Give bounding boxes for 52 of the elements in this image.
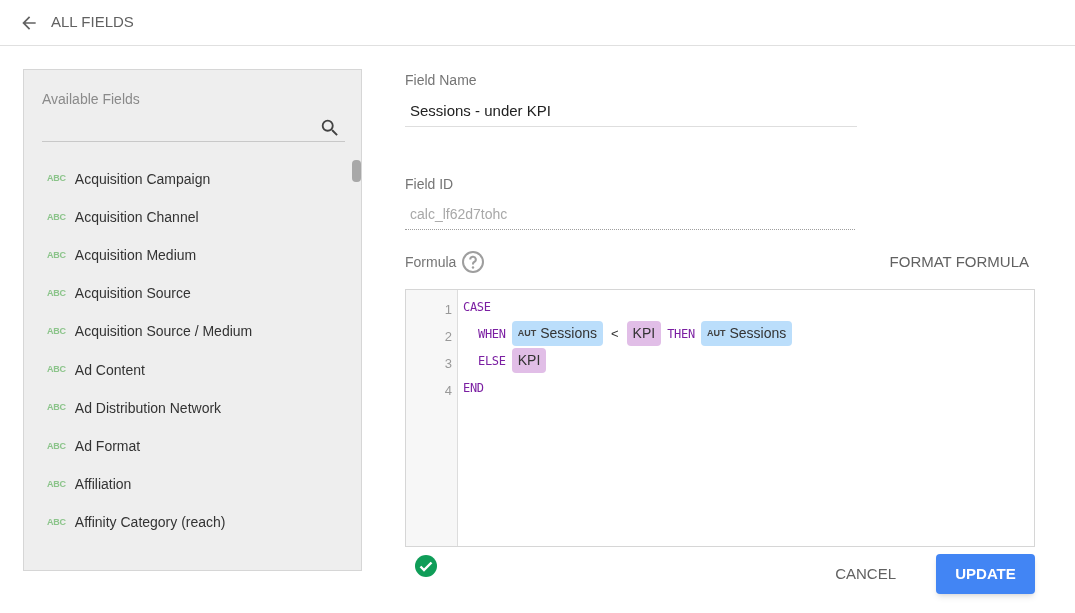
text-type-icon: ABC [47, 477, 66, 492]
field-type-tag: AUT [706, 326, 726, 341]
update-button[interactable]: UPDATE [936, 554, 1035, 594]
keyword: END [463, 379, 484, 397]
format-formula-button[interactable]: FORMAT FORMULA [889, 250, 1029, 274]
field-chip-label: KPI [632, 324, 656, 343]
text-type-icon: ABC [47, 325, 66, 339]
field-label: Field Name [405, 71, 478, 90]
keyword: CASE [463, 298, 491, 316]
text-type-icon: ABC [47, 248, 66, 263]
field-item[interactable]: Affiliation [74, 474, 132, 496]
field-chip[interactable]: AUT Sessions [700, 321, 793, 346]
keyword: THEN [667, 325, 695, 343]
operator: < [610, 324, 620, 343]
line-number: 4 [444, 381, 452, 400]
field-chip-label: Sessions [729, 324, 787, 343]
field-chip[interactable]: KPI [511, 348, 547, 373]
text-type-icon: ABC [47, 172, 66, 186]
scrollbar-thumb[interactable] [352, 160, 361, 182]
field-label: Available Fields [42, 90, 141, 109]
cancel-button[interactable]: CANCEL [835, 562, 896, 586]
field-item[interactable]: Ad Format [74, 435, 141, 457]
line-number: 2 [444, 327, 452, 346]
text-type-icon: ABC [47, 516, 66, 530]
page-title: ALL FIELDS [51, 12, 134, 33]
field-item[interactable]: Acquisition Campaign [74, 168, 211, 190]
field-item[interactable]: Acquisition Source [74, 283, 191, 305]
formula-editor[interactable]: 1 2 3 4 CASE WHEN AUT Sessions < KPI THEN AUT Sessions ELSE KPI END [405, 289, 1035, 547]
line-number: 3 [444, 354, 452, 373]
text-type-icon: ABC [47, 210, 66, 225]
field-chip[interactable]: KPI [626, 321, 662, 346]
line-number: 1 [444, 300, 452, 319]
field-label: Formula [405, 252, 457, 272]
field-item[interactable]: Affinity Category (reach) [74, 512, 226, 534]
field-type-tag: AUT [517, 326, 537, 341]
text-type-icon: ABC [47, 363, 66, 377]
field-item[interactable]: Ad Content [74, 359, 145, 381]
field-item[interactable]: Acquisition Source / Medium [74, 321, 253, 343]
field-name-input[interactable]: Sessions - under KPI [405, 97, 857, 127]
field-item[interactable]: Acquisition Medium [74, 244, 197, 266]
field-item[interactable]: Acquisition Channel [74, 206, 199, 228]
text-type-icon: ABC [47, 401, 66, 415]
keyword: WHEN [478, 325, 506, 343]
help-icon[interactable] [461, 250, 486, 274]
field-chip[interactable]: AUT Sessions [511, 321, 603, 346]
keyword: ELSE [478, 352, 506, 370]
text-type-icon: ABC [47, 286, 66, 301]
field-item[interactable]: Ad Distribution Network [74, 397, 222, 419]
field-chip-label: Sessions [540, 324, 597, 343]
text-type-icon: ABC [47, 439, 66, 454]
field-chip-label: KPI [517, 351, 541, 370]
field-label: Field ID [405, 175, 455, 194]
